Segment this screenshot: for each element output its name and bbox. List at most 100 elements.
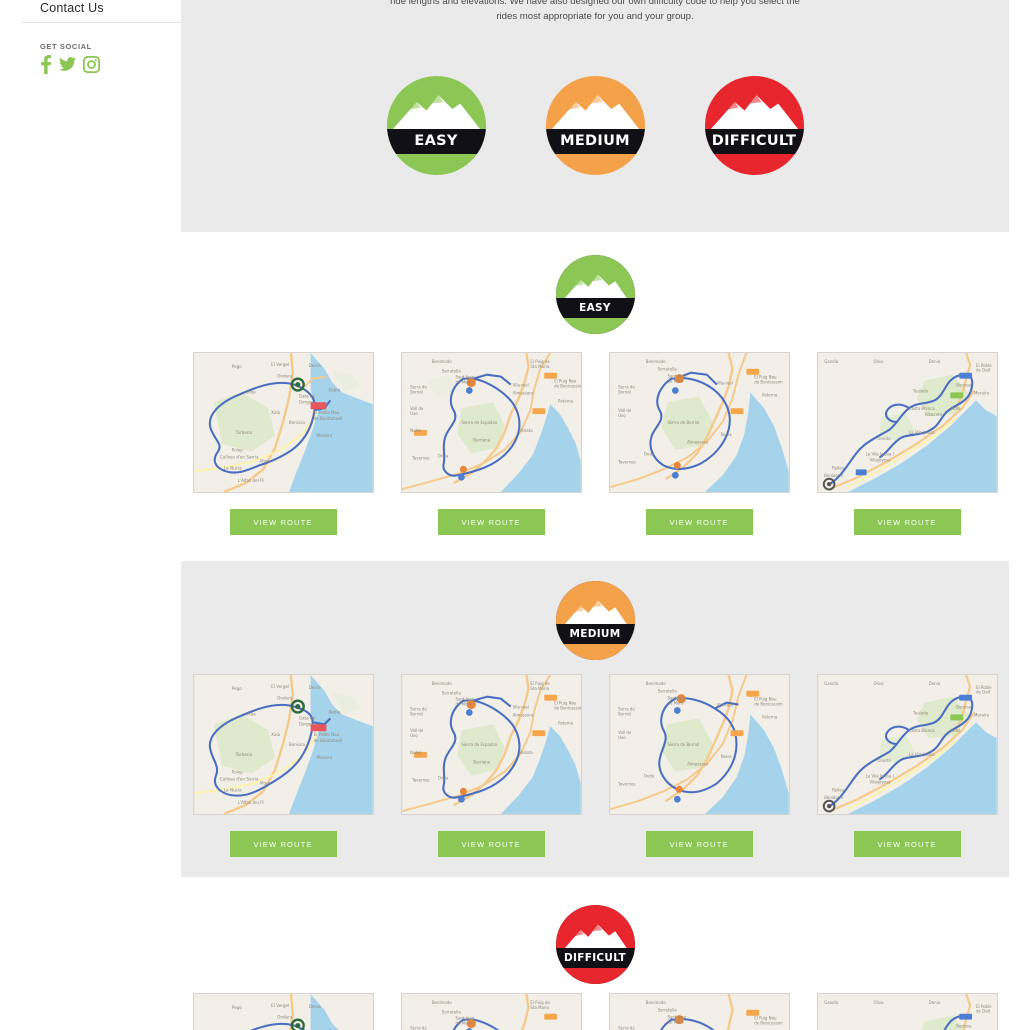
- svg-text:Pego: Pego: [231, 1005, 241, 1010]
- view-route-button[interactable]: VIEW ROUTE: [645, 509, 753, 535]
- map-thumbnail[interactable]: Benimodo Serratella Sant Joan de Moro El…: [400, 993, 582, 1030]
- svg-text:Nules: Nules: [720, 754, 731, 759]
- svg-text:de Dalt: de Dalt: [976, 1009, 991, 1014]
- section-badge-medium: MEDIUM: [181, 581, 1009, 660]
- map-thumbnail[interactable]: Benimodo Serratella Sant Joan de Moro Se…: [608, 993, 790, 1030]
- svg-text:Costa Blanca: Costa Blanca: [908, 728, 934, 733]
- svg-text:Benidorm: Benidorm: [824, 795, 843, 800]
- svg-text:Sierra de Espadan: Sierra de Espadan: [461, 420, 497, 425]
- legend-badge-medium: MEDIUM: [545, 76, 645, 175]
- map-thumbnail[interactable]: Benimodo Serratella Sant Joan de Moro Se…: [608, 352, 790, 493]
- view-route-button[interactable]: VIEW ROUTE: [853, 509, 961, 535]
- svg-text:Denia: Denia: [308, 363, 320, 368]
- map-thumbnail[interactable]: Pego El Vergel Denia Ondara Orba Gata de…: [192, 993, 374, 1030]
- svg-text:L'Alfas del Pi: L'Alfas del Pi: [237, 478, 263, 483]
- svg-text:Onda: Onda: [437, 453, 448, 458]
- get-social-label: GET SOCIAL: [40, 42, 92, 51]
- page-root: Contact Us GET SOCIAL ride lengths and e…: [0, 0, 1030, 1030]
- svg-text:Gorgos: Gorgos: [298, 399, 313, 404]
- svg-text:Costa Blanca: Costa Blanca: [908, 406, 934, 411]
- svg-text:Orxeta: Orxeta: [877, 758, 891, 763]
- svg-text:Xabia: Xabia: [328, 709, 340, 714]
- svg-text:Almassora: Almassora: [512, 712, 533, 717]
- svg-text:Onda: Onda: [437, 775, 448, 780]
- route-card: Gandia Oliva Denia El Poble de Dalt Teul…: [816, 993, 998, 1030]
- route-card: Benimodo Serratella Sant Joan de Moro El…: [400, 352, 582, 535]
- route-card: Gandia Oliva Denia El Poble de Dalt Teul…: [816, 352, 998, 535]
- map-thumbnail[interactable]: Pego El Vergel Denia Ondara Orba Xalo Ga…: [192, 352, 374, 493]
- svg-text:Almassora: Almassora: [512, 390, 533, 395]
- view-route-button[interactable]: VIEW ROUTE: [437, 509, 545, 535]
- svg-text:Benissa: Benissa: [956, 705, 972, 710]
- svg-text:Denia: Denia: [928, 681, 940, 686]
- route-card: Pego El Vergel Denia Ondara Orba Gata de…: [192, 993, 374, 1030]
- svg-text:Benissa: Benissa: [956, 383, 972, 388]
- svg-text:Almassora: Almassora: [687, 440, 708, 445]
- svg-text:de Benicassim: de Benicassim: [754, 380, 783, 385]
- sidebar-divider: [22, 22, 181, 23]
- svg-text:Tavernes: Tavernes: [411, 777, 429, 782]
- svg-text:de Benitatxell: de Benitatxell: [313, 416, 342, 421]
- svg-text:Benimodo: Benimodo: [431, 359, 451, 364]
- view-route-button[interactable]: VIEW ROUTE: [437, 831, 545, 857]
- svg-text:La Vila Joiosa: La Vila Joiosa: [908, 752, 934, 757]
- svg-text:de Moro: de Moro: [667, 379, 684, 384]
- svg-text:Nules: Nules: [410, 428, 421, 433]
- svg-text:Polop: Polop: [231, 448, 243, 453]
- svg-text:Vila-real: Vila-real: [716, 381, 732, 386]
- svg-text:Almassora: Almassora: [687, 762, 708, 767]
- svg-text:Callosa d'en Sarria: Callosa d'en Sarria: [219, 776, 258, 781]
- route-card: Gandia Oliva Denia El Poble de Dalt Teul…: [816, 674, 998, 857]
- legend-badge-medium-label: MEDIUM: [560, 133, 630, 150]
- section-badge-difficult-label: DIFFICULT: [564, 951, 626, 964]
- map-thumbnail[interactable]: Gandia Oliva Denia El Poble de Dalt Teul…: [816, 674, 998, 815]
- view-route-button[interactable]: VIEW ROUTE: [229, 509, 337, 535]
- instagram-icon[interactable]: [82, 55, 101, 78]
- svg-text:Borriol: Borriol: [618, 389, 631, 394]
- svg-text:La Vila Joiosa /: La Vila Joiosa /: [865, 774, 894, 779]
- svg-text:Benissa: Benissa: [288, 742, 304, 747]
- svg-text:Onda: Onda: [643, 452, 654, 457]
- svg-text:de Benicassim: de Benicassim: [554, 384, 582, 389]
- svg-text:Tavernes: Tavernes: [411, 455, 429, 460]
- svg-text:de Dalt: de Dalt: [976, 690, 991, 695]
- svg-text:Pego: Pego: [231, 686, 241, 691]
- svg-text:Villajoyosa: Villajoyosa: [869, 779, 891, 784]
- view-route-button[interactable]: VIEW ROUTE: [853, 831, 961, 857]
- svg-text:de Dalt: de Dalt: [976, 368, 991, 373]
- route-card: Benimodo Serratella Sant Joan de Moro Se…: [608, 352, 790, 535]
- svg-text:Serra de: Serra de: [618, 1025, 635, 1030]
- view-route-button[interactable]: VIEW ROUTE: [229, 831, 337, 857]
- svg-text:El Vergel: El Vergel: [271, 362, 289, 367]
- map-thumbnail[interactable]: Benimodo Serratella Sant Joan de Moro Se…: [608, 674, 790, 815]
- map-thumbnail[interactable]: Benimodo Serratella Sant Joan de Moro El…: [400, 674, 582, 815]
- route-card: Pego El Vergel Denia Ondara Orba Xalo Ga…: [192, 352, 374, 535]
- svg-text:Sierra de Borriol: Sierra de Borriol: [667, 420, 699, 425]
- map-thumbnail[interactable]: Benimodo Serratella Sant Joan de Moro El…: [400, 352, 582, 493]
- facebook-icon[interactable]: [39, 55, 52, 79]
- svg-text:Orxeta: Orxeta: [877, 436, 891, 441]
- svg-text:Benimodo: Benimodo: [645, 681, 665, 686]
- map-thumbnail[interactable]: Gandia Oliva Denia El Poble de Dalt Teul…: [816, 352, 998, 493]
- svg-text:Sta Maria: Sta Maria: [530, 364, 549, 369]
- svg-text:Vila-real: Vila-real: [716, 703, 732, 708]
- svg-text:La Vila Joiosa /: La Vila Joiosa /: [865, 452, 894, 457]
- view-route-button[interactable]: VIEW ROUTE: [645, 831, 753, 857]
- legend-badge-difficult: DIFFICULT: [704, 76, 804, 175]
- map-thumbnail[interactable]: Gandia Oliva Denia El Poble de Dalt Teul…: [816, 993, 998, 1030]
- sidebar-item-contact-us[interactable]: Contact Us: [40, 1, 104, 15]
- section-medium: MEDIUM Pego El Vergel Denia Ondara Orba …: [181, 561, 1009, 877]
- svg-text:Serratella: Serratella: [441, 691, 461, 696]
- route-cards-medium: Pego El Vergel Denia Ondara Orba Xalo Ga…: [181, 674, 1009, 857]
- svg-text:Moraira: Moraira: [974, 712, 990, 717]
- section-difficult: DIFFICULT Pego El Vergel Denia Ondara Be…: [181, 877, 1009, 1030]
- svg-text:El Vergel: El Vergel: [271, 1003, 289, 1008]
- svg-text:Borriol: Borriol: [618, 711, 631, 716]
- twitter-icon[interactable]: [59, 55, 76, 79]
- svg-text:Paterna: Paterna: [762, 714, 778, 719]
- svg-text:Serratella: Serratella: [441, 1010, 461, 1015]
- svg-text:Orba: Orba: [245, 389, 256, 394]
- svg-text:El Poble Nou: El Poble Nou: [313, 410, 339, 415]
- svg-text:L'Alfas del Pi: L'Alfas del Pi: [237, 800, 263, 805]
- map-thumbnail[interactable]: Pego El Vergel Denia Ondara Orba Xalo Ga…: [192, 674, 374, 815]
